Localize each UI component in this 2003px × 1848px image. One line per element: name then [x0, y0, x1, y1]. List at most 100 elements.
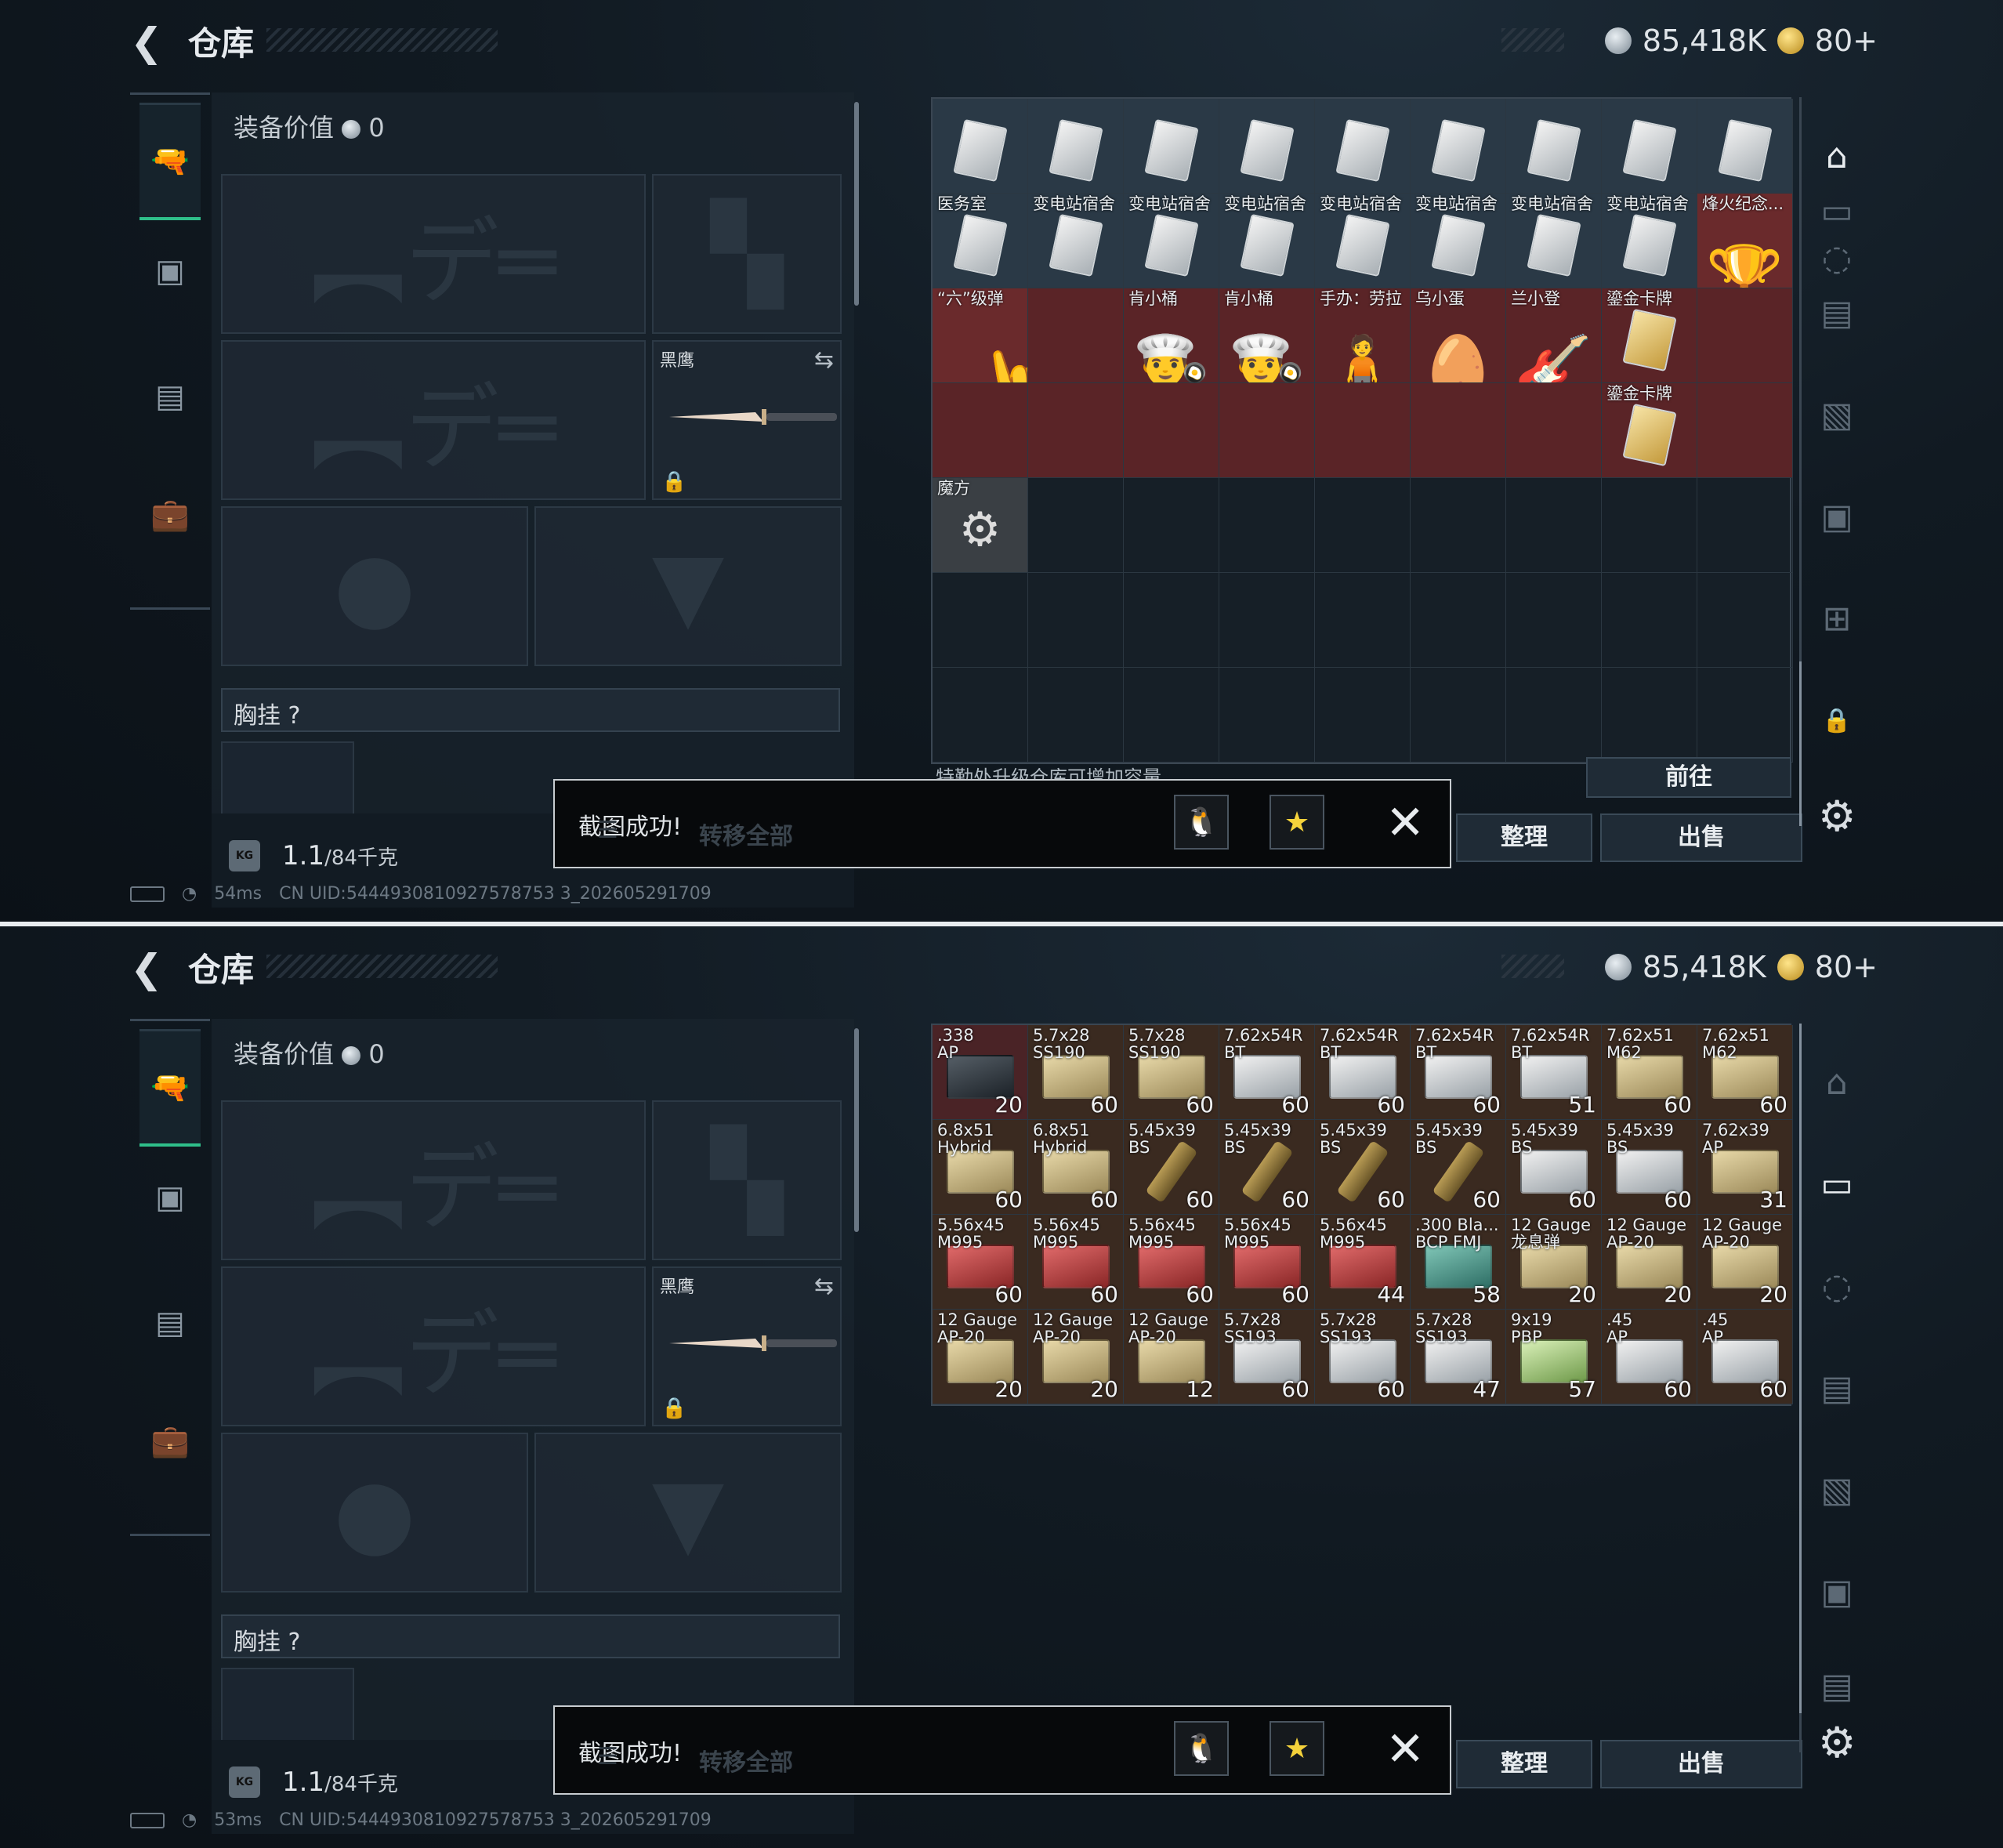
grid-cell[interactable]: [1124, 99, 1219, 194]
empty-cell[interactable]: [1315, 478, 1411, 573]
ammo-cell[interactable]: 6.8x51 Hybrid 60: [1028, 1120, 1124, 1215]
scroll-thumb[interactable]: [1799, 661, 1802, 826]
empty-cell[interactable]: [1506, 573, 1602, 668]
empty-cell[interactable]: [1506, 478, 1602, 573]
grid-cell[interactable]: [1697, 383, 1793, 478]
grid-cell[interactable]: 变电站宿舍: [1506, 194, 1602, 288]
empty-cell[interactable]: [1028, 478, 1124, 573]
ammo-cell[interactable]: 5.7x28 SS190 60: [1028, 1025, 1124, 1120]
organize-button[interactable]: 整理: [1456, 1740, 1592, 1788]
warehouse-scrollbar[interactable]: [1799, 97, 1802, 826]
grid-cell[interactable]: 变电站宿舍: [1124, 194, 1219, 288]
storage-page-6-icon[interactable]: ▤: [1810, 1658, 1864, 1713]
ammo-cell[interactable]: 5.45x39 BS 60: [1219, 1120, 1315, 1215]
ammo-cell[interactable]: 5.7x28 SS193 60: [1219, 1310, 1315, 1404]
empty-cell[interactable]: [933, 573, 1028, 668]
chest-rig-slot[interactable]: [221, 1668, 354, 1746]
grid-cell[interactable]: 变电站宿舍: [1602, 194, 1697, 288]
empty-cell[interactable]: [1219, 668, 1315, 763]
grid-cell[interactable]: [1506, 383, 1602, 478]
transfer-all-button[interactable]: 转移全部: [699, 817, 793, 851]
grid-cell[interactable]: [1697, 288, 1793, 383]
ammo-cell[interactable]: 5.7x28 SS193 47: [1411, 1310, 1506, 1404]
grid-cell[interactable]: 变电站宿舍: [1411, 194, 1506, 288]
primary-weapon-slot[interactable]: ︻デ═: [221, 1100, 646, 1260]
swap-icon[interactable]: ⇆: [814, 346, 834, 374]
storage-page-2-icon[interactable]: ◌: [1810, 1259, 1864, 1314]
ammo-cell[interactable]: 5.45x39 BS 60: [1411, 1120, 1506, 1215]
empty-cell[interactable]: [1411, 478, 1506, 573]
ammo-cell[interactable]: 5.56x45 M995 60: [933, 1215, 1028, 1310]
empty-cell[interactable]: [1602, 668, 1697, 763]
grid-cell[interactable]: [1411, 99, 1506, 194]
tab-weapons[interactable]: 🔫: [139, 103, 201, 220]
grid-cell[interactable]: 医务室: [933, 194, 1028, 288]
scroll-thumb[interactable]: [1799, 1024, 1802, 1713]
grid-cell[interactable]: [1411, 383, 1506, 478]
ammo-cell[interactable]: 12 Gauge AP-20 20: [1697, 1215, 1793, 1310]
ammo-cell[interactable]: 5.56x45 M995 60: [1124, 1215, 1219, 1310]
tab-case[interactable]: 💼: [139, 455, 201, 573]
add-storage-icon[interactable]: ⊞: [1810, 591, 1864, 646]
tab-vest[interactable]: ▤: [139, 338, 201, 455]
grid-cell[interactable]: [1028, 383, 1124, 478]
empty-cell[interactable]: [1697, 478, 1793, 573]
empty-cell[interactable]: [1124, 668, 1219, 763]
grid-cell[interactable]: [1219, 383, 1315, 478]
transfer-all-button[interactable]: 转移全部: [699, 1743, 793, 1777]
empty-cell[interactable]: [1124, 478, 1219, 573]
grid-cell[interactable]: 变电站宿舍: [1219, 194, 1315, 288]
empty-cell[interactable]: [1028, 573, 1124, 668]
pistol-slot[interactable]: ▚: [652, 1100, 842, 1260]
melee-slot[interactable]: 黑鹰 ⇆ 🔒: [652, 1266, 842, 1426]
grid-cell[interactable]: “六”级弹 🤘: [933, 288, 1028, 383]
ammo-cell[interactable]: 5.45x39 BS 60: [1315, 1120, 1411, 1215]
equipment-scrollbar[interactable]: [854, 102, 859, 306]
grid-cell[interactable]: [1602, 99, 1697, 194]
storage-page-4-icon[interactable]: ▧: [1810, 1462, 1864, 1517]
chest-rig-header[interactable]: 胸挂 ?: [221, 688, 840, 732]
ammo-cell[interactable]: 7.62x54R BT 60: [1411, 1025, 1506, 1120]
back-arrow-icon[interactable]: ❮: [130, 20, 169, 64]
empty-cell[interactable]: [1411, 573, 1506, 668]
ammo-cell[interactable]: 12 Gauge 龙息弹 20: [1506, 1215, 1602, 1310]
equipment-scrollbar[interactable]: [854, 1028, 859, 1232]
ammo-cell[interactable]: 5.56x45 M995 44: [1315, 1215, 1411, 1310]
ammo-cell[interactable]: 12 Gauge AP-20 20: [933, 1310, 1028, 1404]
ammo-cell[interactable]: 12 Gauge AP-20 20: [1028, 1310, 1124, 1404]
grid-cell[interactable]: [933, 99, 1028, 194]
empty-cell[interactable]: [933, 668, 1028, 763]
grid-cell[interactable]: [1315, 383, 1411, 478]
storage-page-3-icon[interactable]: ▤: [1810, 1361, 1864, 1415]
warehouse-home-icon[interactable]: ⌂: [1810, 1055, 1864, 1110]
back-arrow-icon[interactable]: ❮: [130, 947, 169, 991]
grid-cell[interactable]: [933, 383, 1028, 478]
empty-cell[interactable]: [1602, 573, 1697, 668]
ammo-cell[interactable]: .45 AP 60: [1602, 1310, 1697, 1404]
ammo-cell[interactable]: 12 Gauge AP-20 20: [1602, 1215, 1697, 1310]
storage-page-3-icon[interactable]: ▤: [1810, 285, 1864, 340]
empty-cell[interactable]: [1506, 668, 1602, 763]
helmet-slot[interactable]: ●: [221, 506, 528, 666]
secondary-weapon-slot[interactable]: ︻デ═: [221, 1266, 646, 1426]
empty-cell[interactable]: [1411, 668, 1506, 763]
grid-cell[interactable]: [1028, 288, 1124, 383]
qq-share-icon[interactable]: 🐧: [1174, 1721, 1229, 1776]
grid-cell[interactable]: 兰小登 🎸: [1506, 288, 1602, 383]
ammo-cell[interactable]: 9x19 PBP 57: [1506, 1310, 1602, 1404]
grid-cell[interactable]: 鎏金卡牌: [1602, 288, 1697, 383]
storage-page-5-icon[interactable]: ▣: [1810, 489, 1864, 544]
warehouse-scrollbar[interactable]: [1799, 1024, 1802, 1752]
armor-slot[interactable]: ▼: [534, 1433, 842, 1593]
grid-cell[interactable]: 魔方 ⚙: [933, 478, 1028, 573]
empty-cell[interactable]: [1315, 668, 1411, 763]
ammo-cell[interactable]: 7.62x54R BT 60: [1315, 1025, 1411, 1120]
ammo-cell[interactable]: 7.62x54R BT 60: [1219, 1025, 1315, 1120]
chest-rig-header[interactable]: 胸挂 ?: [221, 1614, 840, 1658]
grid-cell[interactable]: [1506, 99, 1602, 194]
ammo-cell[interactable]: 7.62x51 M62 60: [1697, 1025, 1793, 1120]
grid-cell[interactable]: 肯小桶 👨‍🍳: [1219, 288, 1315, 383]
grid-cell[interactable]: 变电站宿舍: [1315, 194, 1411, 288]
grid-cell[interactable]: 肯小桶 👨‍🍳: [1124, 288, 1219, 383]
grid-cell[interactable]: [1697, 99, 1793, 194]
